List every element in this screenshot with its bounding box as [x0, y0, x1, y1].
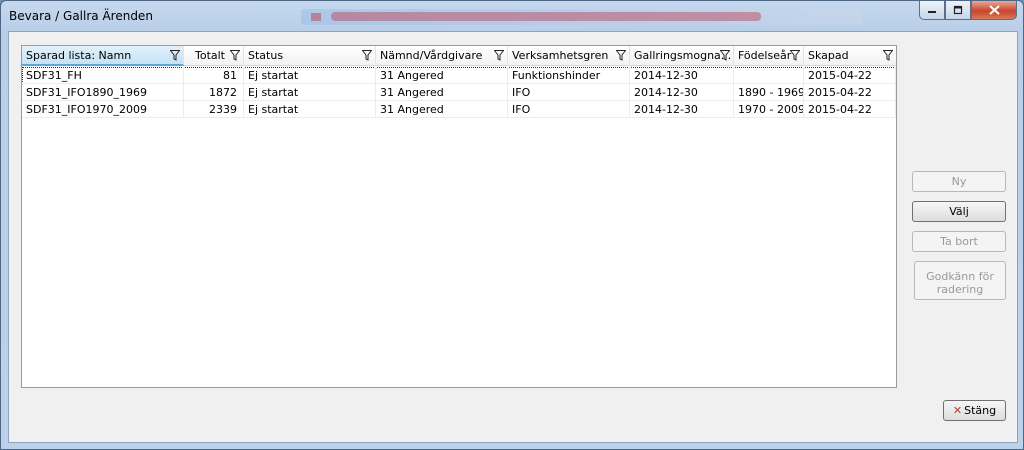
column-header-birthyear[interactable]: Födelseår: [734, 46, 804, 66]
close-window-button[interactable]: [971, 1, 1017, 20]
filter-icon[interactable]: [362, 50, 372, 61]
title-bar[interactable]: Bevara / Gallra Ärenden: [1, 1, 1023, 31]
cell-board: 31 Angered: [376, 101, 508, 118]
cell-board: 31 Angered: [376, 67, 508, 84]
cell-status: Ej startat: [244, 84, 376, 101]
close-icon: [988, 5, 1000, 15]
cell-birthyear: [734, 67, 804, 84]
filter-icon[interactable]: [230, 50, 240, 61]
filter-icon[interactable]: [790, 50, 800, 61]
cell-branch: IFO: [508, 84, 630, 101]
cell-branch: IFO: [508, 101, 630, 118]
table-row[interactable]: SDF31_IFO1890_1969 1872 Ej startat 31 An…: [22, 84, 896, 101]
filter-icon[interactable]: [720, 50, 730, 61]
approve-button-line2: radering: [936, 282, 984, 296]
approve-button-line1: Godkänn för: [926, 269, 994, 283]
minimize-button[interactable]: [919, 1, 945, 20]
column-header-status[interactable]: Status: [244, 46, 376, 66]
cell-total: 81: [184, 67, 244, 84]
cell-name: SDF31_IFO1970_2009: [22, 101, 184, 118]
cell-maturity: 2014-12-30: [630, 101, 734, 118]
close-button-label: Stäng: [964, 404, 997, 417]
cell-birthyear: 1970 - 2009: [734, 101, 804, 118]
cell-total: 2339: [184, 101, 244, 118]
cell-name: SDF31_IFO1890_1969: [22, 84, 184, 101]
dialog-window: Bevara / Gallra Ärenden Sparad lista: Na…: [0, 0, 1024, 450]
column-header-board[interactable]: Nämnd/Vårdgivare: [376, 46, 508, 66]
cell-created: 2015-04-22: [804, 67, 896, 84]
new-button[interactable]: Ny: [912, 171, 1006, 192]
column-header-created[interactable]: Skapad: [804, 46, 896, 66]
cell-board: 31 Angered: [376, 84, 508, 101]
select-button[interactable]: Välj: [912, 201, 1006, 222]
dialog-client-area: Sparad lista: Namn Totalt Status Nämnd/V…: [8, 31, 1018, 443]
column-header-label: Totalt: [194, 49, 225, 62]
column-header-label: Verksamhetsgren: [512, 49, 609, 62]
column-header-label: Sparad lista: Namn: [26, 49, 132, 62]
close-x-icon: ✕: [952, 404, 963, 417]
cell-birthyear: 1890 - 1969: [734, 84, 804, 101]
maximize-icon: [953, 5, 963, 15]
maximize-button[interactable]: [945, 1, 971, 20]
cell-branch: Funktionshinder: [508, 67, 630, 84]
window-controls: [919, 1, 1017, 21]
approve-for-deletion-button[interactable]: Godkänn för radering: [914, 261, 1006, 300]
close-button[interactable]: ✕ Stäng: [943, 400, 1006, 421]
cell-total: 1872: [184, 84, 244, 101]
column-header-total[interactable]: Totalt: [184, 46, 244, 66]
minimize-icon: [928, 11, 936, 13]
filter-icon[interactable]: [883, 50, 893, 61]
column-header-branch[interactable]: Verksamhetsgren: [508, 46, 630, 66]
saved-lists-grid[interactable]: Sparad lista: Namn Totalt Status Nämnd/V…: [21, 45, 897, 388]
cell-status: Ej startat: [244, 101, 376, 118]
delete-button[interactable]: Ta bort: [912, 231, 1006, 252]
background-window-title-blurred: [301, 9, 861, 25]
column-header-name[interactable]: Sparad lista: Namn: [22, 46, 184, 66]
column-header-label: Skapad: [808, 49, 849, 62]
column-header-maturity[interactable]: Gallringsmogna...: [630, 46, 734, 66]
filter-icon[interactable]: [616, 50, 626, 61]
cell-name: SDF31_FH: [22, 67, 184, 84]
table-row[interactable]: SDF31_FH 81 Ej startat 31 Angered Funkti…: [22, 67, 896, 84]
cell-status: Ej startat: [244, 67, 376, 84]
column-header-label: Gallringsmogna...: [634, 49, 732, 62]
cell-created: 2015-04-22: [804, 101, 896, 118]
cell-created: 2015-04-22: [804, 84, 896, 101]
filter-icon[interactable]: [494, 50, 504, 61]
cell-maturity: 2014-12-30: [630, 84, 734, 101]
column-header-label: Status: [248, 49, 284, 62]
table-row[interactable]: SDF31_IFO1970_2009 2339 Ej startat 31 An…: [22, 101, 896, 118]
filter-icon[interactable]: [170, 50, 180, 61]
column-header-label: Födelseår: [738, 49, 792, 62]
column-header-label: Nämnd/Vårdgivare: [380, 49, 483, 62]
window-title: Bevara / Gallra Ärenden: [9, 9, 153, 23]
grid-header: Sparad lista: Namn Totalt Status Nämnd/V…: [22, 46, 896, 66]
cell-maturity: 2014-12-30: [630, 67, 734, 84]
